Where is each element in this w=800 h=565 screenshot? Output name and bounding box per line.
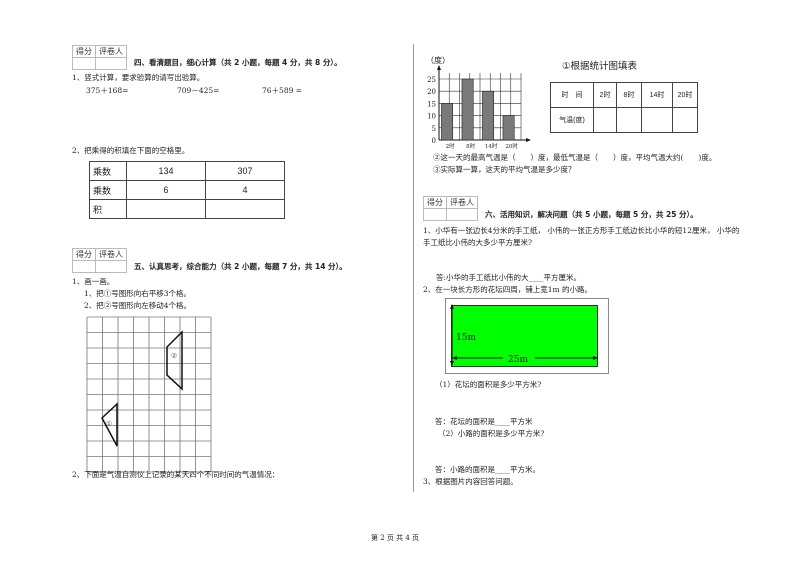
section5-title: 五、认真思考，综合能力（共 2 小题，每题 7 分，共 14 分）。 — [134, 262, 347, 271]
x-tick-label: 2时 — [446, 142, 455, 150]
y-tick-label: 0 — [432, 137, 436, 145]
temp-q2: ②这一天的最高气温是（ ）度，最低气温是（ ）度，平均气温大约( )度。 — [433, 153, 717, 162]
answer-cell[interactable] — [205, 199, 285, 219]
arrow-head-left-icon — [452, 356, 457, 360]
temperature-bar-chart: （度） 0 5 10 15 20 25 2时 8时 14时 20时 — [426, 55, 531, 150]
y-tick-label: 5 — [432, 125, 436, 133]
s5-q2-prompt: 2、下面是气温自测仪上记录的某天四个不同时间的气温情况： — [72, 470, 280, 479]
y-tick-label: 15 — [427, 100, 436, 108]
cell: 134 — [126, 161, 206, 181]
header-cell: 20时 — [672, 82, 698, 108]
s6-q2-sub2: （2）小路的面积是多少平方米? — [438, 429, 545, 438]
score-box-section5: 得分 评卷人 — [72, 248, 127, 273]
s6-q1-answer: 答:小华的手工纸比小伟的大____平方厘米。 — [436, 273, 582, 282]
chart-yticks: 0 5 10 15 20 25 — [427, 76, 436, 145]
s6-q1-line2: 手工纸比小伟的大多少平方厘米? — [423, 238, 533, 247]
page-footer: 第 2 页 共 4 页 — [371, 534, 420, 542]
section6-title: 六、活用知识，解决问题（共 5 小题，每题 5 分，共 25 分）。 — [485, 210, 698, 219]
score-cell[interactable] — [72, 57, 96, 70]
shape-2-label: ② — [171, 352, 177, 360]
row-label: 乘数 — [89, 180, 127, 200]
grid-lines — [86, 316, 212, 473]
answer-cell[interactable] — [672, 107, 698, 133]
s4-q1-item-2: 709－425= — [177, 86, 220, 95]
score-box-section4: 得分 评卷人 — [72, 45, 127, 70]
s4-q1-prompt: 1、竖式计算，要求验算的请写出验算。 — [72, 73, 205, 82]
answer-cell[interactable] — [641, 107, 673, 133]
table-row: 乘数 6 4 — [89, 180, 285, 200]
s6-q3-prompt: 3、根据图片内容回答问题。 — [423, 477, 518, 486]
s5-q1-sub-2: 2、把②号图形向左移动4个格。 — [84, 301, 192, 310]
header-cell: 14时 — [641, 82, 673, 108]
x-tick-label: 14时 — [485, 142, 498, 150]
multiplication-table: 乘数 134 307 乘数 6 4 积 — [89, 161, 285, 219]
score-label: 得分 — [423, 196, 447, 209]
garden-dimensions: 15m 25m — [450, 304, 598, 366]
s6-q2-sub1: （1）花坛的面积是多少平方米? — [435, 380, 542, 389]
chart-xticks: 2时 8时 14时 20时 — [446, 142, 519, 150]
answer-cell[interactable] — [126, 199, 206, 219]
row-label: 乘数 — [89, 161, 127, 181]
chart-bar — [482, 90, 495, 141]
temperature-table: 时 间 2时 8时 14时 20时 气温(度) — [550, 82, 698, 133]
y-tick-label: 25 — [427, 76, 436, 84]
s6-q2-ans2: 答：小路的面积是____平方米。 — [435, 465, 540, 474]
drawing-grid[interactable]: ① ② — [84, 314, 216, 474]
answer-cell[interactable] — [593, 107, 617, 133]
cell: 307 — [205, 161, 285, 181]
table-row: 乘数 134 307 — [89, 161, 285, 181]
x-axis-arrow-icon — [526, 138, 531, 142]
grader-cell[interactable] — [95, 260, 127, 273]
temp-table-title: ①根据统计图填表 — [562, 61, 638, 72]
arrow-head-up-icon — [450, 304, 454, 309]
score-cell[interactable] — [423, 208, 447, 221]
grader-cell[interactable] — [446, 208, 478, 221]
grader-label: 评卷人 — [95, 45, 127, 58]
s6-q2-prompt: 2、在一块长方形的花坛四周，铺上宽1m 的小路。 — [423, 285, 593, 294]
s6-q1-line1: 1、小华有一张边长4分米的手工纸， 小伟的一张正方形手工纸边长比小华的短12厘米… — [423, 226, 740, 235]
arrow-head-down-icon — [450, 361, 454, 366]
row-label: 气温(度) — [550, 107, 594, 133]
x-tick-label: 8时 — [466, 142, 475, 150]
chart-bar — [461, 78, 474, 141]
height-label: 15m — [456, 333, 476, 343]
chart-bar — [502, 115, 515, 141]
s4-q1-item-1: 375＋168= — [86, 86, 129, 95]
grader-label: 评卷人 — [446, 196, 478, 209]
x-tick-label: 20时 — [505, 142, 518, 150]
s5-q1-prompt: 1、画一画。 — [72, 277, 115, 286]
width-label: 25m — [508, 355, 528, 365]
score-label: 得分 — [72, 45, 96, 58]
header-cell: 时 间 — [550, 82, 594, 108]
y-tick-label: 10 — [427, 113, 436, 121]
y-tick-label: 20 — [427, 88, 436, 96]
y-axis-arrow-icon — [437, 65, 441, 70]
score-cell[interactable] — [72, 260, 96, 273]
cell: 6 — [126, 180, 206, 200]
cell: 4 — [205, 180, 285, 200]
shape-1-label: ① — [106, 420, 112, 428]
score-box-section6: 得分 评卷人 — [423, 196, 478, 221]
arrow-head-right-icon — [593, 356, 598, 360]
grader-label: 评卷人 — [95, 248, 127, 261]
section4-title: 四、看清题目，细心计算（共 2 小题，每题 4 分，共 8 分）。 — [134, 58, 342, 67]
column-divider — [413, 44, 414, 492]
score-label: 得分 — [72, 248, 96, 261]
temp-q3: ③实际算一算，这天的平均气温是多少度？ — [433, 165, 576, 174]
header-cell: 2时 — [593, 82, 617, 108]
table-row: 积 — [89, 199, 285, 219]
chart-bar — [441, 103, 454, 141]
answer-cell[interactable] — [616, 107, 642, 133]
s6-q2-ans1: 答：花坛的面积是____平方米 — [435, 417, 533, 426]
chart-ylabel: （度） — [426, 55, 450, 65]
grader-cell[interactable] — [95, 57, 127, 70]
chart-bars — [441, 78, 515, 141]
table-row: 气温(度) — [550, 107, 698, 133]
s4-q1-item-3: 76＋589 = — [262, 86, 303, 95]
row-label: 积 — [89, 199, 127, 219]
header-cell: 8时 — [616, 82, 642, 108]
s5-q1-sub-1: 1、把①号图形向右平移3个格。 — [84, 289, 192, 298]
s4-q2-prompt: 2、把乘得的积填在下面的空格里。 — [72, 146, 190, 155]
table-row: 时 间 2时 8时 14时 20时 — [550, 82, 698, 108]
